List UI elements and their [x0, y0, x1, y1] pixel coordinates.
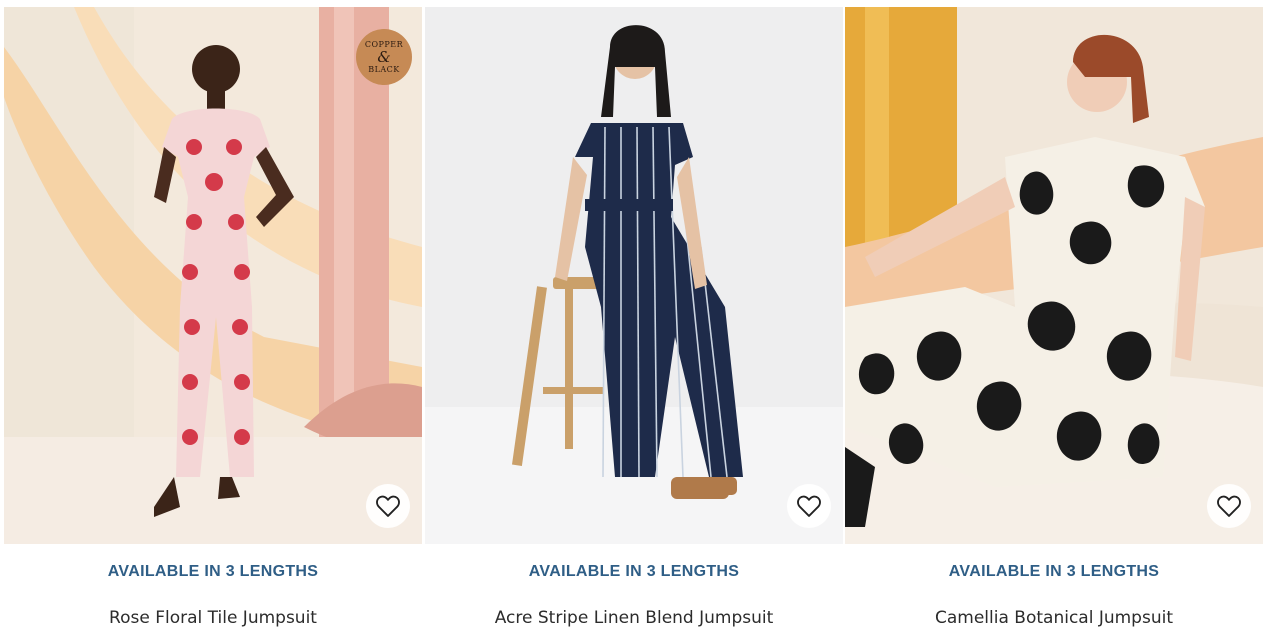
- product-image[interactable]: COPPER & BLACK: [4, 7, 422, 544]
- product-grid: COPPER & BLACK AVAILABLE IN 3 LENGTHS Ro…: [0, 0, 1267, 642]
- badge-ampersand: &: [377, 47, 391, 66]
- availability-label: AVAILABLE IN 3 LENGTHS: [948, 563, 1160, 580]
- product-photo-rose-floral: [4, 7, 422, 544]
- heart-outline-icon: [1217, 495, 1241, 517]
- wishlist-button[interactable]: [366, 484, 410, 528]
- product-card[interactable]: AVAILABLE IN 3 LENGTHS Camellia Botanica…: [845, 0, 1263, 642]
- product-image[interactable]: [425, 7, 843, 544]
- product-photo-camellia-botanical: [845, 7, 1263, 544]
- product-name-link[interactable]: Camellia Botanical Jumpsuit: [845, 608, 1263, 628]
- availability-label: AVAILABLE IN 3 LENGTHS: [528, 563, 740, 580]
- product-name-link[interactable]: Acre Stripe Linen Blend Jumpsuit: [425, 608, 843, 628]
- heart-outline-icon: [797, 495, 821, 517]
- product-image[interactable]: [845, 7, 1263, 544]
- product-card[interactable]: AVAILABLE IN 3 LENGTHS Acre Stripe Linen…: [425, 0, 843, 642]
- product-card[interactable]: COPPER & BLACK AVAILABLE IN 3 LENGTHS Ro…: [4, 0, 422, 642]
- wishlist-button[interactable]: [787, 484, 831, 528]
- product-name-link[interactable]: Rose Floral Tile Jumpsuit: [4, 608, 422, 628]
- product-photo-acre-stripe: [425, 7, 843, 544]
- heart-outline-icon: [376, 495, 400, 517]
- wishlist-button[interactable]: [1207, 484, 1251, 528]
- availability-label: AVAILABLE IN 3 LENGTHS: [107, 563, 319, 580]
- badge-line-3: BLACK: [368, 64, 400, 74]
- copper-black-badge: COPPER & BLACK: [356, 29, 412, 85]
